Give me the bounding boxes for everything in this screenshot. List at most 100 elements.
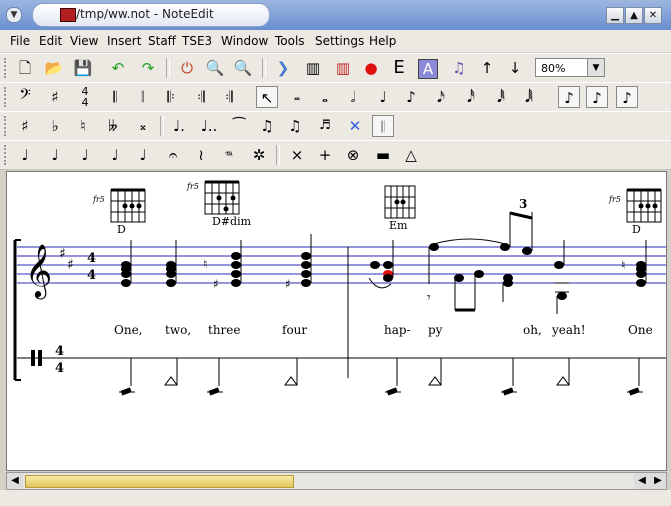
circle-cross-notehead-icon[interactable]: ⊗	[342, 144, 364, 166]
bar-double-icon[interactable]: 𝄁	[132, 86, 154, 108]
stem-down-icon[interactable]: ↓	[504, 57, 526, 79]
chord-note-4[interactable]: ♯	[285, 234, 312, 291]
record-icon[interactable]: ●	[360, 57, 382, 79]
repeat-open-icon[interactable]: 𝄆	[160, 86, 182, 108]
minimize-button[interactable]: ▁	[606, 7, 624, 24]
zoom-out-icon[interactable]: 🔍	[232, 57, 254, 79]
select-arrow-icon[interactable]: ↖	[256, 86, 278, 108]
repeat-both-icon[interactable]: 𝄇	[190, 86, 212, 108]
toolbar-grip[interactable]	[4, 145, 10, 165]
thirtysecond-note-icon[interactable]: 𝅘𝅥𝅰	[460, 86, 482, 108]
pedal-icon[interactable]: 𝆮	[218, 144, 240, 166]
stem-up-icon[interactable]: ↑	[476, 57, 498, 79]
menu-tse3[interactable]: TSE3	[182, 34, 212, 48]
clef-change-icon[interactable]: 𝄃	[104, 86, 126, 108]
double-dotted-note-icon[interactable]: ♩..	[198, 115, 220, 137]
double-flat-icon[interactable]: 𝄫	[102, 115, 124, 137]
open-file-icon[interactable]: 📂	[43, 57, 65, 79]
toolbar-grip[interactable]	[4, 116, 10, 136]
chord-diagram-d1[interactable]: fr5 D	[92, 188, 146, 236]
portato-icon[interactable]: ♩	[74, 144, 96, 166]
menu-edit[interactable]: Edit	[39, 34, 62, 48]
zoom-in-icon[interactable]: 🔍	[204, 57, 226, 79]
percussion-notes[interactable]	[119, 358, 643, 396]
score-canvas[interactable]: fr5 D fr5 D#dim Em fr5 D 𝄞 ♯ ♯ 4 4 ♮ ♯ ♯…	[6, 171, 667, 471]
menu-file[interactable]: File	[10, 34, 30, 48]
triangle-notehead-icon[interactable]: △	[400, 144, 422, 166]
pedal-release-icon[interactable]: ✲	[248, 144, 270, 166]
cross-notehead-icon[interactable]: ⨯	[286, 144, 308, 166]
quarter-note-icon[interactable]: ♩	[372, 86, 394, 108]
grace-note-icon[interactable]: ♪	[558, 86, 580, 108]
menu-window[interactable]: Window	[221, 34, 268, 48]
breve-note-icon[interactable]: 𝅜	[286, 86, 308, 108]
new-file-icon[interactable]: 🗋	[14, 57, 36, 79]
text-tool-icon[interactable]: A	[418, 59, 438, 79]
triplet-icon[interactable]: ♬	[314, 115, 336, 137]
tie-icon[interactable]: ⁀	[228, 115, 250, 137]
rect-notehead-icon[interactable]: ▬	[372, 144, 394, 166]
dotted-note-icon[interactable]: ♩.	[168, 115, 190, 137]
whole-note-icon[interactable]: 𝅝	[314, 86, 336, 108]
lyric: three	[208, 323, 241, 337]
edit-mode-icon[interactable]: E	[388, 57, 410, 79]
maximize-button[interactable]: ▲	[625, 7, 643, 24]
grace-strike-icon[interactable]: ♪	[616, 86, 638, 108]
scroll-left-icon[interactable]: ◀	[7, 473, 23, 489]
hidden-rest-icon[interactable]: ✕	[344, 115, 366, 137]
zoom-select[interactable]: 80% ▼	[535, 58, 605, 77]
sforzato-icon[interactable]: ♩	[44, 144, 66, 166]
staccato-icon[interactable]: ♩	[14, 144, 36, 166]
midi-keyboard-icon[interactable]: ▥	[332, 57, 354, 79]
menu-staff[interactable]: Staff	[148, 34, 176, 48]
sixtyfourth-note-icon[interactable]: 𝅘𝅥𝅱	[490, 86, 512, 108]
horizontal-scrollbar[interactable]: ◀ ◀ ▶	[6, 472, 667, 490]
scroll-left-icon-2[interactable]: ◀	[634, 473, 650, 489]
power-icon[interactable]: ⏻	[176, 57, 198, 79]
bass-clef-icon[interactable]: 𝄢	[14, 86, 36, 108]
hundredtwentyeighth-note-icon[interactable]: 𝅘𝅥𝅲	[518, 86, 540, 108]
menu-tools[interactable]: Tools	[275, 34, 305, 48]
time-signature-icon[interactable]: 44	[74, 86, 96, 108]
sharp-key-icon[interactable]: ♯	[44, 86, 66, 108]
half-note-icon[interactable]: 𝅗𝅥	[342, 86, 364, 108]
plus-notehead-icon[interactable]: +	[314, 144, 336, 166]
voice-two-notes[interactable]: 𝄾	[427, 270, 569, 314]
scroll-right-icon[interactable]: ▶	[650, 473, 666, 489]
window-menu-button[interactable]: ▼	[6, 7, 22, 23]
accent-icon[interactable]: ♩	[132, 144, 154, 166]
menu-help[interactable]: Help	[369, 34, 396, 48]
sixteenth-note-icon[interactable]: 𝅘𝅥𝅯	[430, 86, 452, 108]
scroll-thumb[interactable]	[25, 475, 294, 488]
menu-insert[interactable]: Insert	[107, 34, 141, 48]
save-file-icon[interactable]: 💾	[72, 57, 94, 79]
double-sharp-icon[interactable]: 𝄪	[132, 115, 154, 137]
redo-icon[interactable]: ↷	[137, 57, 159, 79]
sharp-icon[interactable]: ♯	[14, 115, 36, 137]
score-svg[interactable]: fr5 D fr5 D#dim Em fr5 D 𝄞 ♯ ♯ 4 4 ♮♯ ♯ …	[7, 172, 666, 470]
natural-icon[interactable]: ♮	[72, 115, 94, 137]
grace-slash-icon[interactable]: ♪	[586, 86, 608, 108]
arpeggio-icon[interactable]: ≀	[190, 144, 212, 166]
menu-view[interactable]: View	[70, 34, 98, 48]
strong-pizzicato-icon[interactable]: ♩	[104, 144, 126, 166]
body-type-icon[interactable]: 𝄃	[372, 115, 394, 137]
chord-diagram-d2[interactable]: fr5 D	[608, 188, 662, 236]
undo-icon[interactable]: ↶	[107, 57, 129, 79]
flat-icon[interactable]: ♭	[44, 115, 66, 137]
toolbar-grip[interactable]	[4, 58, 10, 78]
repeat-close-icon[interactable]: 𝄇	[218, 86, 240, 108]
keyboard-icon[interactable]: ▥	[302, 57, 324, 79]
chord-tool-icon[interactable]: ♫	[448, 57, 470, 79]
fermata-icon[interactable]: 𝄐	[162, 144, 184, 166]
toolbar-grip[interactable]	[4, 87, 10, 107]
play-arrow-icon[interactable]: ❯	[272, 57, 294, 79]
treble-staff[interactable]	[17, 246, 666, 284]
eighth-note-icon[interactable]: ♪	[400, 86, 422, 108]
slur-icon[interactable]: ♫	[284, 115, 306, 137]
beam-icon[interactable]: ♫	[256, 115, 278, 137]
chord-diagram-ddim[interactable]: fr5 D#dim	[186, 180, 252, 228]
menu-settings[interactable]: Settings	[315, 34, 364, 48]
chord-diagram-em[interactable]: Em	[384, 185, 416, 232]
close-button[interactable]: ✕	[644, 7, 662, 24]
